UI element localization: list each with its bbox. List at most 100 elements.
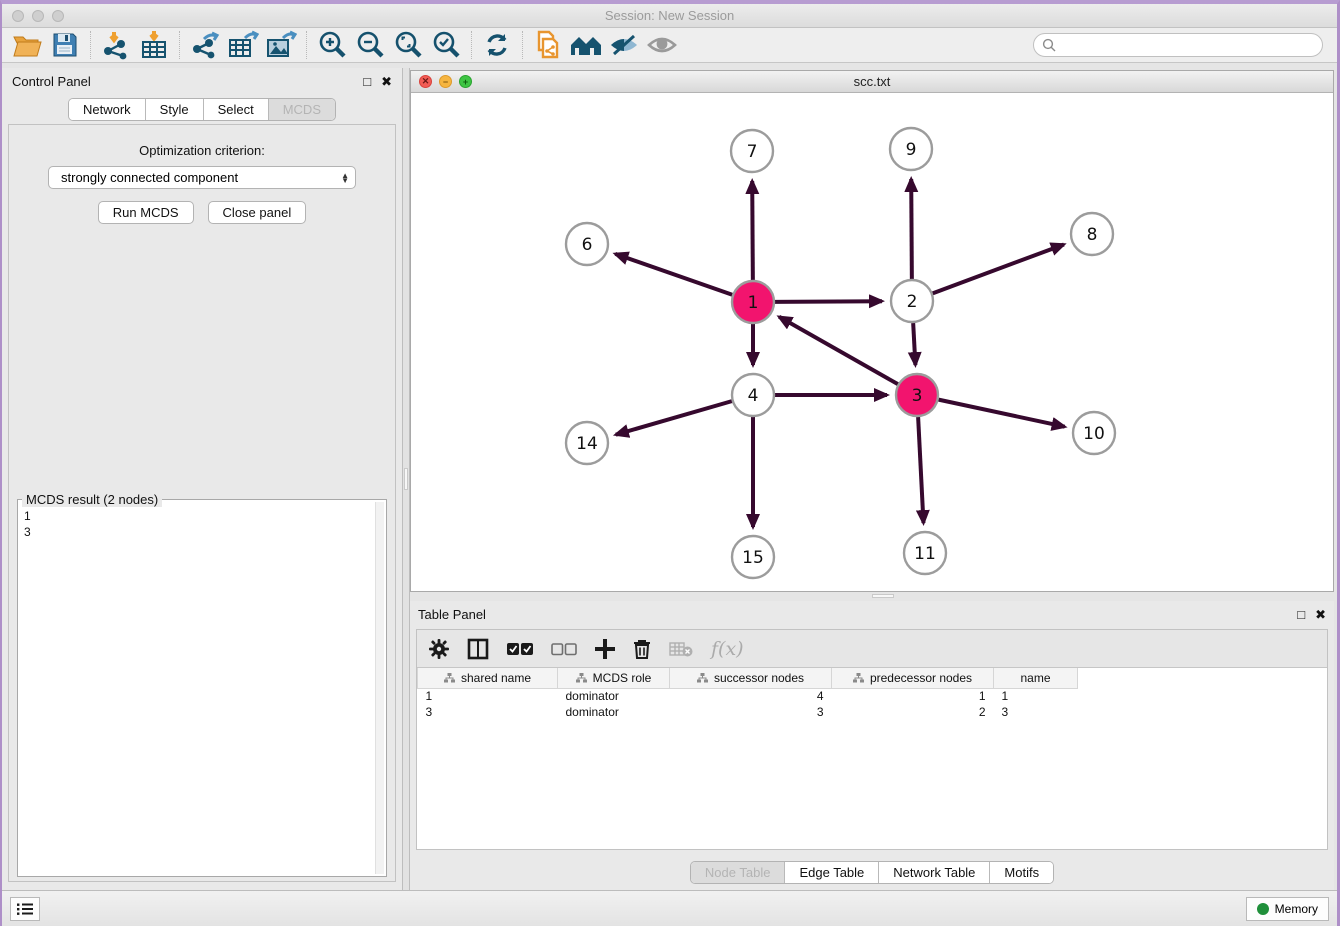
gear-icon[interactable] <box>429 639 449 659</box>
hide-selected-icon[interactable] <box>607 29 641 61</box>
window-controls[interactable] <box>12 10 64 22</box>
float-table-panel-icon[interactable]: □ <box>1297 608 1305 621</box>
node-11[interactable]: 11 <box>904 532 946 574</box>
float-panel-icon[interactable]: □ <box>363 75 371 88</box>
network-canvas[interactable]: 1 2 3 4 6 7 8 9 10 11 14 15 <box>411 93 1333 591</box>
close-network-icon[interactable]: ✕ <box>419 75 432 88</box>
search-field[interactable] <box>1033 33 1323 57</box>
edge-1-7[interactable] <box>752 181 753 280</box>
node-3[interactable]: 3 <box>896 374 938 416</box>
edge-1-2[interactable] <box>775 301 882 302</box>
table-panel-title: Table Panel <box>418 607 1287 622</box>
network-graph[interactable]: 1 2 3 4 6 7 8 9 10 11 14 15 <box>411 93 1333 591</box>
panel-splitter[interactable] <box>402 68 410 890</box>
edge-3-1[interactable] <box>779 317 898 384</box>
open-file-icon[interactable] <box>10 29 44 61</box>
optimization-criterion-select[interactable]: strongly connected component ▲▼ <box>48 166 356 189</box>
close-window-icon[interactable] <box>12 10 24 22</box>
column-header-MCDS-role[interactable]: MCDS role <box>558 668 670 688</box>
zoom-selected-icon[interactable] <box>429 29 463 61</box>
delete-icon[interactable] <box>633 639 651 659</box>
node-10[interactable]: 10 <box>1073 412 1115 454</box>
table-cell[interactable]: 3 <box>418 704 558 720</box>
edge-3-10[interactable] <box>939 400 1065 427</box>
edge-2-9[interactable] <box>911 179 912 279</box>
table-cell[interactable]: 2 <box>832 704 994 720</box>
node-6[interactable]: 6 <box>566 223 608 265</box>
table-row[interactable]: 3dominator323 <box>418 704 1078 720</box>
close-table-panel-icon[interactable]: ✖ <box>1315 608 1326 621</box>
save-session-icon[interactable] <box>48 29 82 61</box>
edge-2-8[interactable] <box>933 244 1064 293</box>
splitter-grip[interactable] <box>404 468 408 490</box>
task-history-button[interactable] <box>10 897 40 921</box>
node-9[interactable]: 9 <box>890 128 932 170</box>
edge-4-14[interactable] <box>616 401 732 435</box>
search-input[interactable] <box>1056 38 1296 52</box>
table-cell[interactable]: 1 <box>994 688 1078 704</box>
tab-network[interactable]: Network <box>69 99 146 120</box>
table-cell[interactable]: 1 <box>832 688 994 704</box>
close-panel-icon[interactable]: ✖ <box>381 75 392 88</box>
show-all-icon[interactable] <box>645 29 679 61</box>
run-mcds-button[interactable]: Run MCDS <box>98 201 194 224</box>
export-table-icon[interactable] <box>226 29 260 61</box>
node-14[interactable]: 14 <box>566 422 608 464</box>
first-neighbors-icon[interactable] <box>531 29 565 61</box>
node-7[interactable]: 7 <box>731 130 773 172</box>
split-column-icon[interactable] <box>467 638 489 660</box>
result-scrollbar[interactable] <box>375 502 384 874</box>
column-header-predecessor-nodes[interactable]: predecessor nodes <box>832 668 994 688</box>
node-4[interactable]: 4 <box>732 374 774 416</box>
minimize-network-icon[interactable]: − <box>439 75 452 88</box>
table-splitter[interactable] <box>410 592 1334 601</box>
tab-node-table[interactable]: Node Table <box>691 862 786 883</box>
export-network-icon[interactable] <box>188 29 222 61</box>
node-8[interactable]: 8 <box>1071 213 1113 255</box>
edge-2-3[interactable] <box>913 323 915 365</box>
edge-1-6[interactable] <box>615 254 732 295</box>
node-table[interactable]: shared nameMCDS rolesuccessor nodesprede… <box>417 668 1078 720</box>
tab-style[interactable]: Style <box>146 99 204 120</box>
clear-checkboxes-icon[interactable] <box>551 642 577 656</box>
table-row[interactable]: 1dominator411 <box>418 688 1078 704</box>
column-header-name[interactable]: name <box>994 668 1078 688</box>
tab-network-table[interactable]: Network Table <box>879 862 990 883</box>
column-header-successor-nodes[interactable]: successor nodes <box>670 668 832 688</box>
table-cell[interactable]: 3 <box>670 704 832 720</box>
maximize-window-icon[interactable] <box>52 10 64 22</box>
zoom-out-icon[interactable] <box>353 29 387 61</box>
export-image-icon[interactable] <box>264 29 298 61</box>
node-15[interactable]: 15 <box>732 536 774 578</box>
delete-table-icon <box>669 641 693 657</box>
node-1[interactable]: 1 <box>732 281 774 323</box>
edge-3-11[interactable] <box>918 417 923 523</box>
node-2[interactable]: 2 <box>891 280 933 322</box>
status-bar: Memory <box>2 890 1337 926</box>
select-all-checkboxes-icon[interactable] <box>507 642 533 656</box>
table-cell[interactable]: 1 <box>418 688 558 704</box>
add-icon[interactable] <box>595 639 615 659</box>
zoom-fit-icon[interactable] <box>391 29 425 61</box>
tab-motifs[interactable]: Motifs <box>990 862 1053 883</box>
tab-mcds[interactable]: MCDS <box>269 99 335 120</box>
table-splitter-grip[interactable] <box>872 594 894 598</box>
tab-select[interactable]: Select <box>204 99 269 120</box>
table-cell[interactable]: 4 <box>670 688 832 704</box>
result-line: 3 <box>24 524 374 540</box>
table-cell[interactable]: dominator <box>558 688 670 704</box>
import-network-icon[interactable] <box>99 29 133 61</box>
tab-edge-table[interactable]: Edge Table <box>785 862 879 883</box>
table-cell[interactable]: dominator <box>558 704 670 720</box>
memory-button[interactable]: Memory <box>1246 897 1329 921</box>
refresh-icon[interactable] <box>480 29 514 61</box>
minimize-window-icon[interactable] <box>32 10 44 22</box>
home-layout-icon[interactable] <box>569 29 603 61</box>
table-cell[interactable]: 3 <box>994 704 1078 720</box>
import-table-icon[interactable] <box>137 29 171 61</box>
zoom-in-icon[interactable] <box>315 29 349 61</box>
zoom-network-icon[interactable]: + <box>459 75 472 88</box>
column-header-shared-name[interactable]: shared name <box>418 668 558 688</box>
close-panel-button[interactable]: Close panel <box>208 201 307 224</box>
network-window-titlebar[interactable]: ✕ − + scc.txt <box>411 71 1333 93</box>
